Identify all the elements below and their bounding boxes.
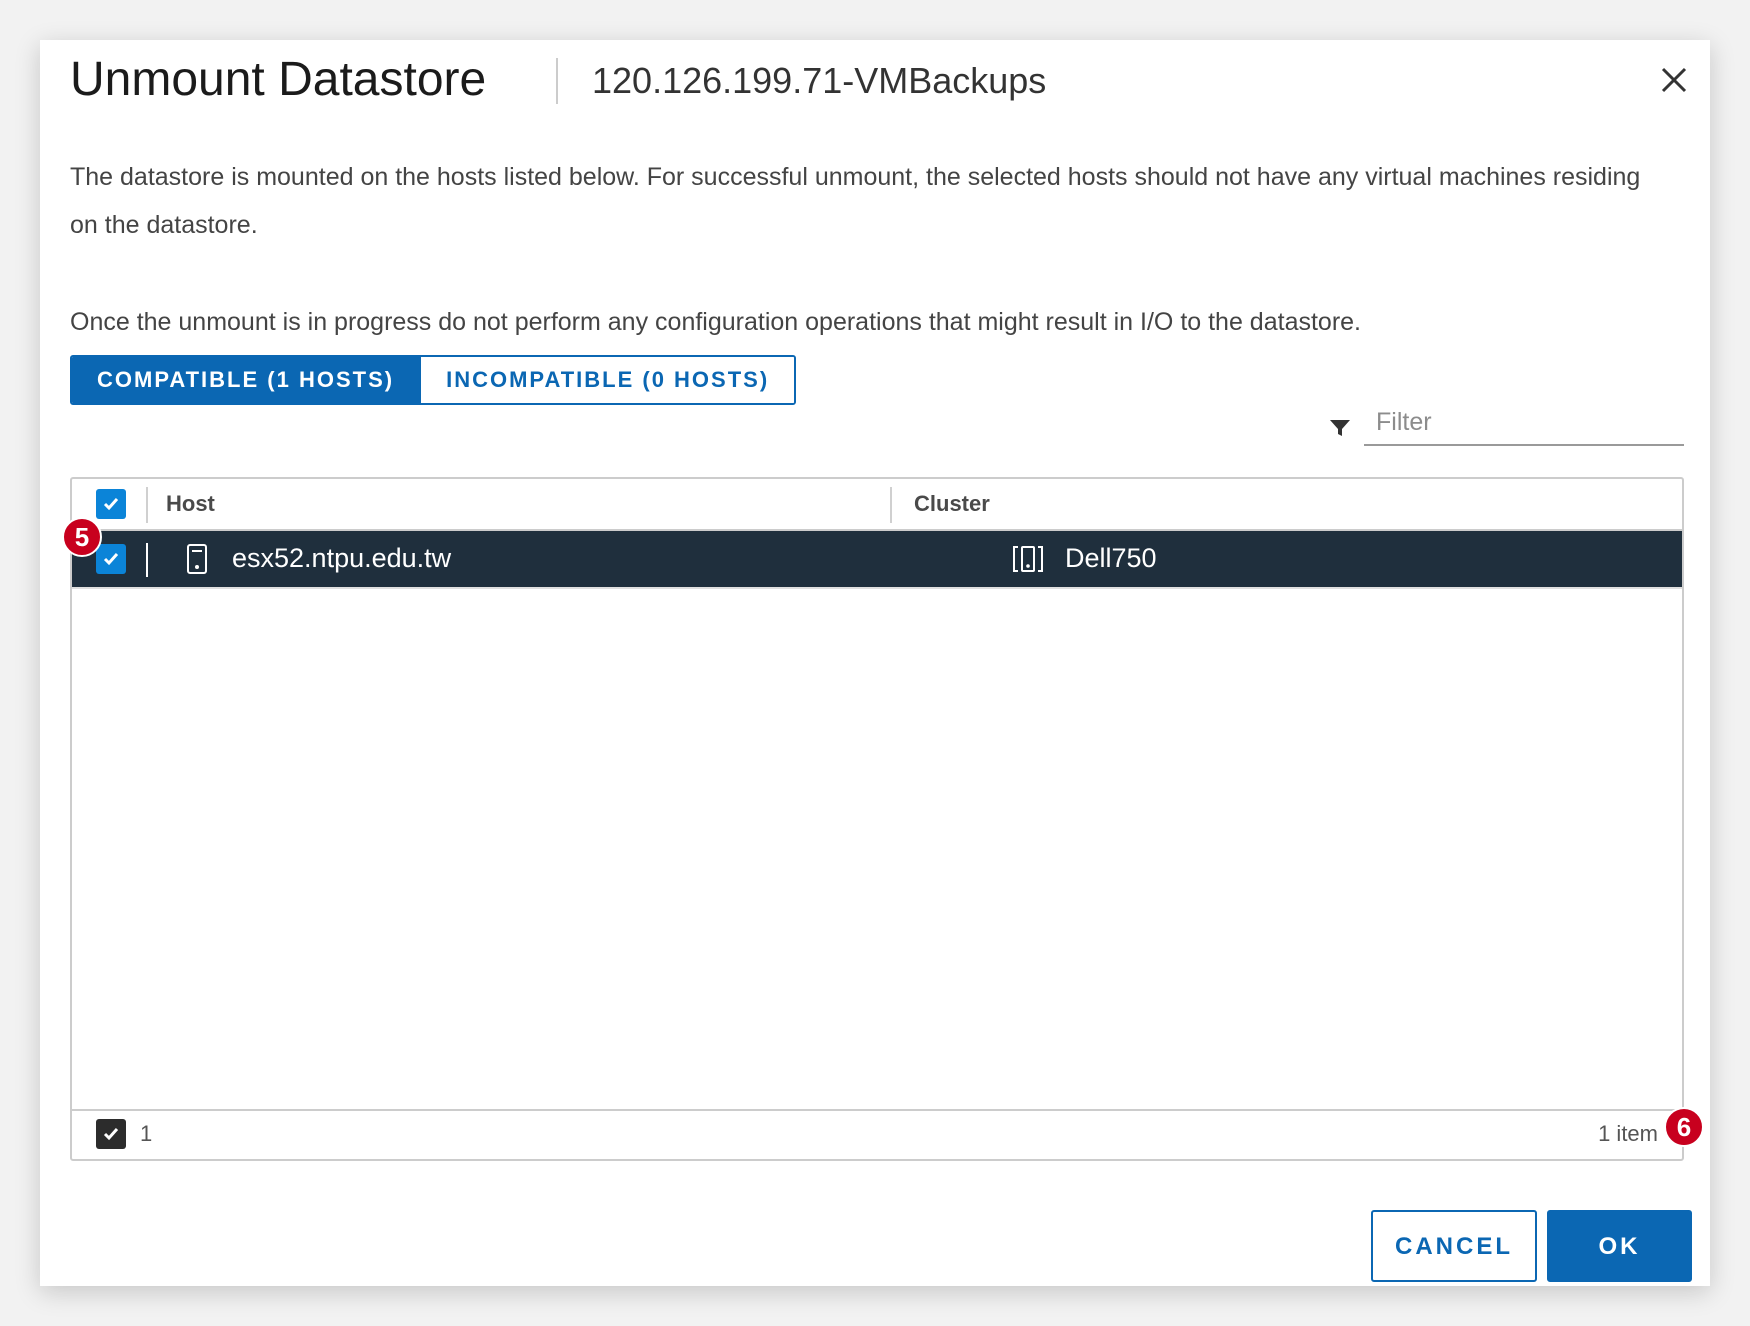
close-icon bbox=[1661, 67, 1687, 93]
dialog-title: Unmount Datastore bbox=[70, 53, 487, 106]
select-all-checkbox[interactable] bbox=[96, 489, 126, 519]
checkmark-icon bbox=[103, 1128, 119, 1141]
row-separator bbox=[146, 543, 148, 577]
cluster-name[interactable]: Dell750 bbox=[1065, 543, 1157, 574]
step-badge-6: 6 bbox=[1664, 1107, 1704, 1147]
host-tabs: COMPATIBLE (1 HOSTS) INCOMPATIBLE (0 HOS… bbox=[70, 355, 797, 405]
item-count: 1 item bbox=[1598, 1121, 1658, 1146]
host-server-icon bbox=[187, 544, 207, 574]
column-separator bbox=[146, 487, 148, 523]
selected-count: 1 bbox=[140, 1121, 153, 1146]
host-name[interactable]: esx52.ntpu.edu.tw bbox=[232, 543, 451, 574]
warning-text: Once the unmount is in progress do not p… bbox=[70, 308, 1361, 336]
checkmark-icon bbox=[103, 553, 119, 566]
grid-footer: 1 1 item bbox=[72, 1109, 1682, 1159]
title-divider bbox=[556, 58, 558, 104]
column-header-cluster[interactable]: Cluster bbox=[914, 491, 990, 517]
ok-button[interactable]: OK bbox=[1547, 1210, 1692, 1282]
hosts-grid: Host Cluster esx52.ntpu.edu.tw Dell750 1… bbox=[70, 477, 1684, 1161]
cancel-button[interactable]: CANCEL bbox=[1371, 1210, 1537, 1282]
column-header-host[interactable]: Host bbox=[166, 491, 215, 517]
filter-input[interactable] bbox=[1364, 400, 1684, 446]
grid-header: Host Cluster bbox=[72, 479, 1682, 531]
close-button[interactable] bbox=[1654, 60, 1694, 100]
unmount-datastore-dialog: Unmount Datastore 120.126.199.71-VMBacku… bbox=[40, 40, 1710, 1286]
description-text: The datastore is mounted on the hosts li… bbox=[70, 163, 1641, 239]
tab-incompatible[interactable]: INCOMPATIBLE (0 HOSTS) bbox=[419, 357, 795, 403]
datastore-name: 120.126.199.71-VMBackups bbox=[592, 60, 1047, 101]
filter-icon bbox=[1330, 420, 1350, 436]
table-row[interactable]: esx52.ntpu.edu.tw Dell750 bbox=[72, 531, 1682, 589]
cluster-icon bbox=[1013, 546, 1043, 572]
checkmark-icon bbox=[103, 498, 119, 511]
step-badge-5: 5 bbox=[62, 517, 102, 557]
column-resize-handle[interactable] bbox=[890, 487, 892, 523]
row-checkbox[interactable] bbox=[96, 544, 126, 574]
selection-count-checkbox bbox=[96, 1119, 126, 1149]
tab-compatible[interactable]: COMPATIBLE (1 HOSTS) bbox=[72, 357, 420, 403]
